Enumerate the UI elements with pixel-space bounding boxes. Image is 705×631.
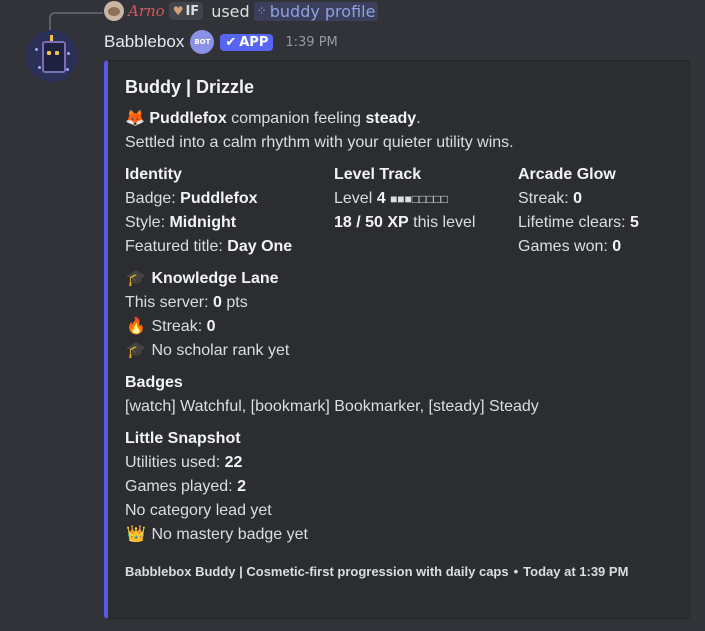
utilities-used-value: 22 [224, 454, 243, 471]
crown-icon: 👑 [126, 526, 146, 543]
footer-timestamp: Today at 1:39 PM [523, 564, 629, 579]
app-tag: ✔ APP [220, 33, 274, 51]
games-won-label: Games won: [518, 238, 608, 255]
xp-value: 18 / 50 XP [334, 214, 409, 231]
games-played-value: 2 [237, 478, 246, 495]
reply-context[interactable]: Arno ♥ IF used ⁘ buddy profile [104, 0, 379, 22]
star-dot [35, 48, 38, 51]
knowledge-lane-heading: Knowledge Lane [151, 270, 279, 287]
featured-title-value: Day One [227, 238, 293, 255]
knowledge-streak-label: Streak: [151, 318, 203, 335]
robot-eye-left [47, 51, 51, 55]
arcade-streak-value: 0 [573, 190, 583, 207]
badges-list: [watch] Watchful, [bookmark] Bookmarker,… [125, 398, 539, 415]
reply-used-text: used [211, 1, 250, 21]
server-points-label: This server: [125, 294, 209, 311]
arcade-glow-field: Arcade Glow Streak: 0 Lifetime clears: 5… [518, 163, 678, 259]
level-track-heading: Level Track [334, 166, 422, 183]
bot-name[interactable]: Babblebox [104, 32, 184, 52]
arcade-streak-label: Streak: [518, 190, 569, 207]
companion-mood: steady [365, 110, 417, 127]
companion-end: . [416, 110, 421, 127]
games-won-value: 0 [612, 238, 622, 255]
message-timestamp[interactable]: 1:39 PM [285, 35, 337, 50]
badge-value: Puddlefox [180, 190, 258, 207]
badges-heading: Badges [125, 374, 183, 391]
slash-command-name: buddy profile [269, 1, 376, 21]
footer-text: Babblebox Buddy | Cosmetic-first progres… [125, 564, 509, 579]
xp-suffix: this level [413, 214, 476, 231]
server-points-unit: pts [226, 294, 248, 311]
fox-icon: 🦊 [125, 110, 145, 127]
mastery-badge-text: No mastery badge yet [151, 526, 308, 543]
robot-icon [42, 41, 66, 73]
arcade-glow-heading: Arcade Glow [518, 166, 616, 183]
command-icon: ⁘ [256, 4, 267, 18]
star-dot [66, 68, 69, 71]
server-points-value: 0 [213, 294, 222, 311]
scholar-rank-text: No scholar rank yet [151, 342, 290, 359]
guild-tag-label: IF [185, 3, 200, 19]
footer-separator: • [513, 564, 519, 579]
bot-badge-icon[interactable]: BOT [190, 30, 215, 54]
message-header: Babblebox BOT ✔ APP 1:39 PM [104, 30, 338, 54]
companion-description: Settled into a calm rhythm with your qui… [125, 134, 514, 151]
identity-field: Identity Badge: Puddlefox Style: Midnigh… [125, 163, 334, 259]
identity-heading: Identity [125, 166, 182, 183]
level-value: 4 [376, 190, 386, 207]
category-lead-text: No category lead yet [125, 502, 272, 519]
knowledge-lane-field: 🎓 Knowledge Lane This server: 0 pts 🔥 St… [125, 267, 685, 363]
star-dot [38, 66, 41, 69]
reply-username[interactable]: Arno [128, 2, 165, 20]
companion-name: Puddlefox [149, 110, 227, 127]
app-tag-label: APP [239, 34, 269, 50]
guild-tag[interactable]: ♥ IF [168, 2, 204, 20]
embed-card: Buddy | Drizzle 🦊 Puddlefox companion fe… [104, 60, 690, 619]
companion-line: 🦊 Puddlefox companion feeling steady. [125, 107, 685, 131]
reply-user-avatar[interactable] [104, 1, 124, 21]
style-label: Style: [125, 214, 166, 231]
knowledge-streak-value: 0 [206, 318, 216, 335]
level-track-field: Level Track Level 4 ■■■□□□□□ 18 / 50 XP … [334, 163, 518, 259]
graduation-cap-icon: 🎓 [126, 270, 146, 287]
bot-avatar[interactable] [26, 30, 78, 82]
level-label: Level [334, 190, 373, 207]
snapshot-heading: Little Snapshot [125, 430, 241, 447]
graduation-cap-icon: 🎓 [126, 342, 146, 359]
companion-middle-text: companion feeling [231, 110, 362, 127]
style-value: Midnight [169, 214, 237, 231]
badge-label: Badge: [125, 190, 176, 207]
badges-field: Badges [watch] Watchful, [bookmark] Book… [125, 371, 685, 419]
heart-icon: ♥ [172, 4, 184, 18]
robot-eye-right [55, 51, 59, 55]
lifetime-clears-label: Lifetime clears: [518, 214, 626, 231]
embed-footer: Babblebox Buddy | Cosmetic-first progres… [125, 563, 685, 581]
games-played-label: Games played: [125, 478, 233, 495]
lifetime-clears-value: 5 [630, 214, 639, 231]
featured-title-label: Featured title: [125, 238, 223, 255]
fire-icon: 🔥 [126, 318, 146, 335]
stats-row: Identity Badge: Puddlefox Style: Midnigh… [125, 163, 685, 259]
slash-command-link[interactable]: ⁘ buddy profile [253, 1, 379, 21]
embed-title: Buddy | Drizzle [125, 77, 255, 97]
level-progress-bar: ■■■□□□□□ [390, 192, 449, 206]
star-dot [67, 52, 70, 55]
utilities-used-label: Utilities used: [125, 454, 221, 471]
snapshot-field: Little Snapshot Utilities used: 22 Games… [125, 427, 685, 547]
check-icon: ✔ [225, 34, 237, 50]
